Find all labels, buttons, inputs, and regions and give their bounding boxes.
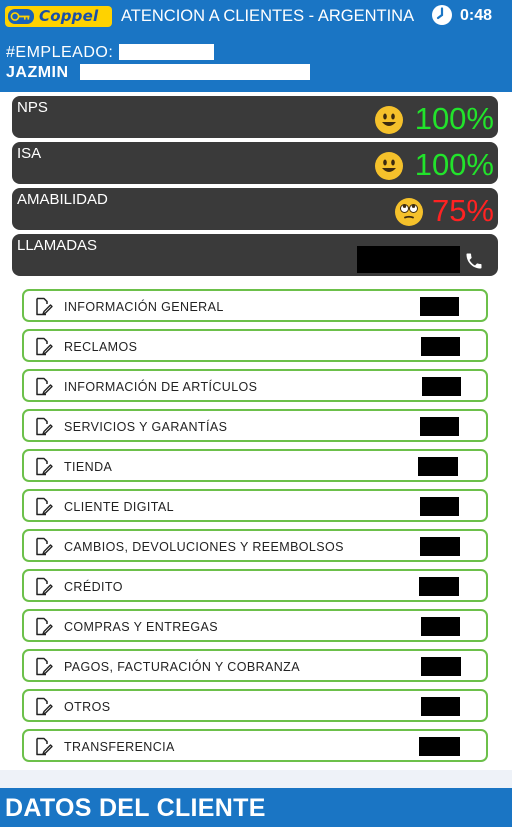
category-label: INFORMACIÓN GENERAL (64, 300, 224, 314)
category-button[interactable]: OTROS (22, 689, 488, 722)
eye-roll-face-icon (395, 198, 423, 226)
metric-value: 100% (414, 147, 494, 182)
category-button[interactable]: CAMBIOS, DEVOLUCIONES Y REEMBOLSOS (22, 529, 488, 562)
metric-value: 75% (431, 193, 494, 228)
category-count-redacted (420, 297, 459, 316)
top-bar: Coppel ATENCION A CLIENTES - ARGENTINA 0… (0, 0, 512, 34)
coppel-logo: Coppel (5, 6, 112, 27)
key-icon (8, 9, 34, 24)
category-count-redacted (420, 497, 459, 516)
edit-note-icon (35, 657, 53, 676)
edit-note-icon (35, 617, 53, 636)
category-button[interactable]: TRANSFERENCIA (22, 729, 488, 762)
client-data-title: DATOS DEL CLIENTE (5, 794, 266, 822)
metric-value: 100% (414, 101, 494, 136)
app-title: ATENCION A CLIENTES - ARGENTINA (121, 7, 415, 25)
employee-number-field (119, 44, 214, 60)
edit-note-icon (35, 497, 53, 516)
category-count-redacted (420, 537, 460, 556)
metric-label: LLAMADAS (17, 237, 98, 254)
edit-note-icon (35, 377, 53, 396)
edit-note-icon (35, 697, 53, 716)
category-count-redacted (418, 457, 458, 476)
edit-note-icon (35, 577, 53, 596)
category-label: RECLAMOS (64, 340, 138, 354)
client-data-header[interactable]: DATOS DEL CLIENTE (0, 788, 512, 827)
category-label: CLIENTE DIGITAL (64, 500, 174, 514)
category-label: CAMBIOS, DEVOLUCIONES Y REEMBOLSOS (64, 540, 344, 554)
employee-label: #EMPLEADO: (6, 44, 114, 61)
footer-divider (0, 770, 512, 788)
category-label: TIENDA (64, 460, 113, 474)
edit-note-icon (35, 737, 53, 756)
category-count-redacted (419, 737, 460, 756)
category-count-redacted (422, 377, 461, 396)
logo-text: Coppel (39, 7, 99, 25)
category-button[interactable]: CLIENTE DIGITAL (22, 489, 488, 522)
metric-label: AMABILIDAD (17, 191, 108, 208)
category-count-redacted (421, 337, 460, 356)
metric-label: NPS (17, 99, 48, 116)
category-button[interactable]: CRÉDITO (22, 569, 488, 602)
category-button[interactable]: PAGOS, FACTURACIÓN Y COBRANZA (22, 649, 488, 682)
agent-surname-field (80, 64, 310, 80)
category-button[interactable]: INFORMACIÓN DE ARTÍCULOS (22, 369, 488, 402)
edit-note-icon (35, 537, 53, 556)
category-label: COMPRAS Y ENTREGAS (64, 620, 218, 634)
category-count-redacted (421, 617, 460, 636)
category-button[interactable]: RECLAMOS (22, 329, 488, 362)
category-label: CRÉDITO (64, 580, 123, 594)
edit-note-icon (35, 297, 53, 316)
happy-face-icon (375, 106, 403, 134)
edit-note-icon (35, 457, 53, 476)
metric-card-llamadas: LLAMADAS (12, 234, 498, 276)
category-label: INFORMACIÓN DE ARTÍCULOS (64, 380, 258, 394)
category-count-redacted (419, 577, 459, 596)
phone-icon (464, 251, 484, 271)
agent-name-label: JAZMIN (6, 64, 69, 81)
category-count-redacted (420, 417, 459, 436)
edit-note-icon (35, 337, 53, 356)
edit-note-icon (35, 417, 53, 436)
happy-face-icon (375, 152, 403, 180)
category-count-redacted (421, 657, 461, 676)
clock-icon (432, 5, 452, 25)
metric-card-nps: NPS 100% (12, 96, 498, 138)
category-button[interactable]: COMPRAS Y ENTREGAS (22, 609, 488, 642)
app-header: Coppel ATENCION A CLIENTES - ARGENTINA 0… (0, 0, 512, 92)
category-label: SERVICIOS Y GARANTÍAS (64, 420, 228, 434)
category-button[interactable]: TIENDA (22, 449, 488, 482)
category-count-redacted (421, 697, 460, 716)
category-label: OTROS (64, 700, 111, 714)
category-label: PAGOS, FACTURACIÓN Y COBRANZA (64, 660, 300, 674)
metric-card-isa: ISA 100% (12, 142, 498, 184)
category-label: TRANSFERENCIA (64, 740, 175, 754)
calls-count-redacted (357, 246, 460, 273)
call-timer: 0:48 (460, 7, 493, 24)
metric-label: ISA (17, 145, 42, 162)
metric-card-amabilidad: AMABILIDAD 75% (12, 188, 498, 230)
category-button[interactable]: SERVICIOS Y GARANTÍAS (22, 409, 488, 442)
category-button[interactable]: INFORMACIÓN GENERAL (22, 289, 488, 322)
